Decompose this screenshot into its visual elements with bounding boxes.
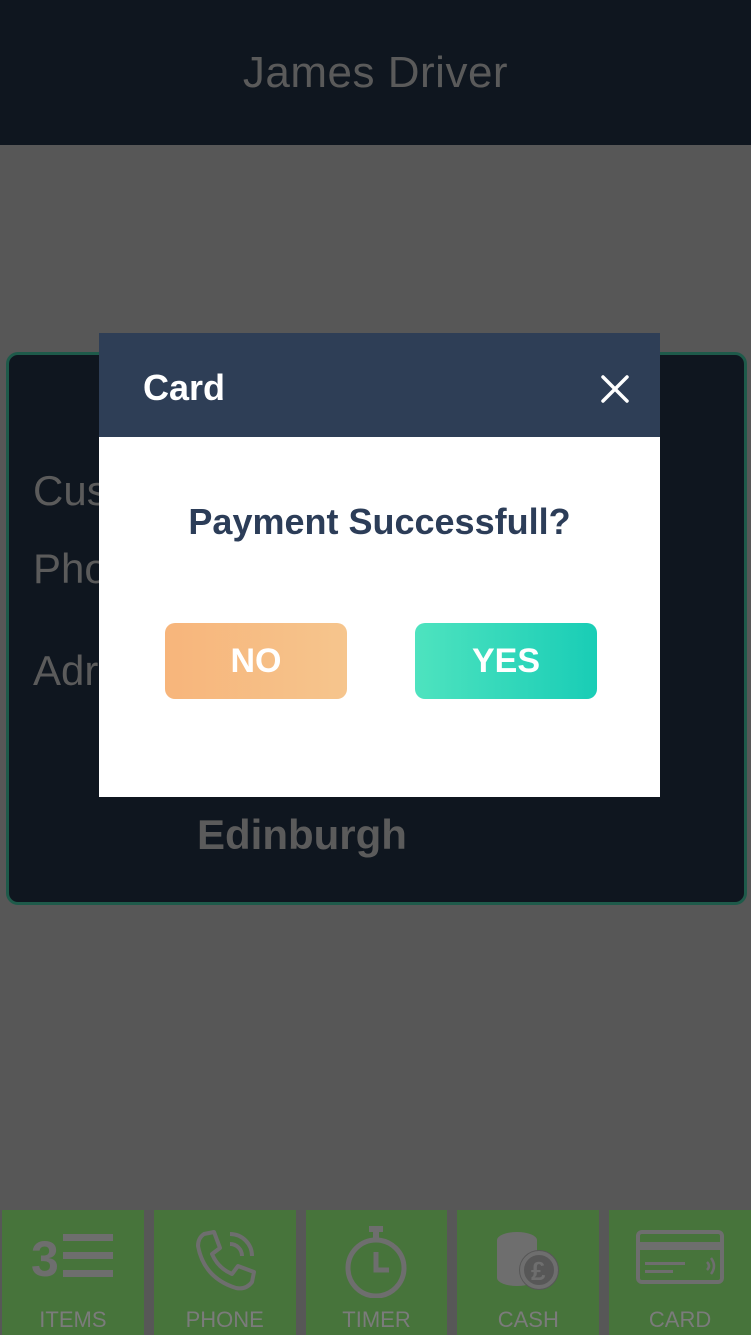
nav-card-button[interactable]: CARD	[609, 1210, 751, 1335]
nav-timer-label: TIMER	[342, 1307, 411, 1332]
nav-items-button[interactable]: 3 ITEMS	[2, 1210, 144, 1335]
timer-icon	[345, 1226, 407, 1298]
yes-button[interactable]: YES	[415, 623, 597, 699]
credit-card-icon	[636, 1230, 725, 1284]
dialog-title: Card	[143, 367, 226, 408]
svg-text:£: £	[531, 1256, 546, 1286]
nav-phone-button[interactable]: PHONE	[153, 1210, 296, 1335]
nav-card-label: CARD	[648, 1307, 712, 1332]
nav-cash-button[interactable]: £ CASH	[457, 1210, 600, 1335]
phone-icon	[195, 1230, 256, 1291]
customer-label: Cus	[33, 467, 108, 514]
payment-dialog: Card Payment Successfull? NO YES	[99, 333, 660, 797]
nav-timer-button[interactable]: TIMER	[305, 1210, 448, 1335]
bottom-nav: 3 ITEMS PHONE TIMER £ CASH CARD	[0, 1210, 751, 1335]
dialog-question: Payment Successfull?	[188, 501, 571, 542]
dialog-header: Card	[99, 333, 660, 437]
driver-name: James Driver	[242, 47, 509, 97]
items-list-icon: 3	[31, 1231, 113, 1286]
close-icon[interactable]	[597, 371, 633, 407]
svg-text:3: 3	[31, 1231, 59, 1286]
address-city: Edinburgh	[197, 811, 407, 858]
no-button[interactable]: NO	[165, 623, 347, 699]
cash-coins-icon: £	[497, 1232, 560, 1290]
nav-cash-label: CASH	[497, 1307, 559, 1332]
nav-items-label: ITEMS	[39, 1307, 107, 1332]
address-label: Adr	[33, 647, 99, 694]
phone-label: Pho	[33, 545, 108, 592]
nav-phone-label: PHONE	[185, 1307, 264, 1332]
app-header: James Driver	[0, 0, 751, 145]
